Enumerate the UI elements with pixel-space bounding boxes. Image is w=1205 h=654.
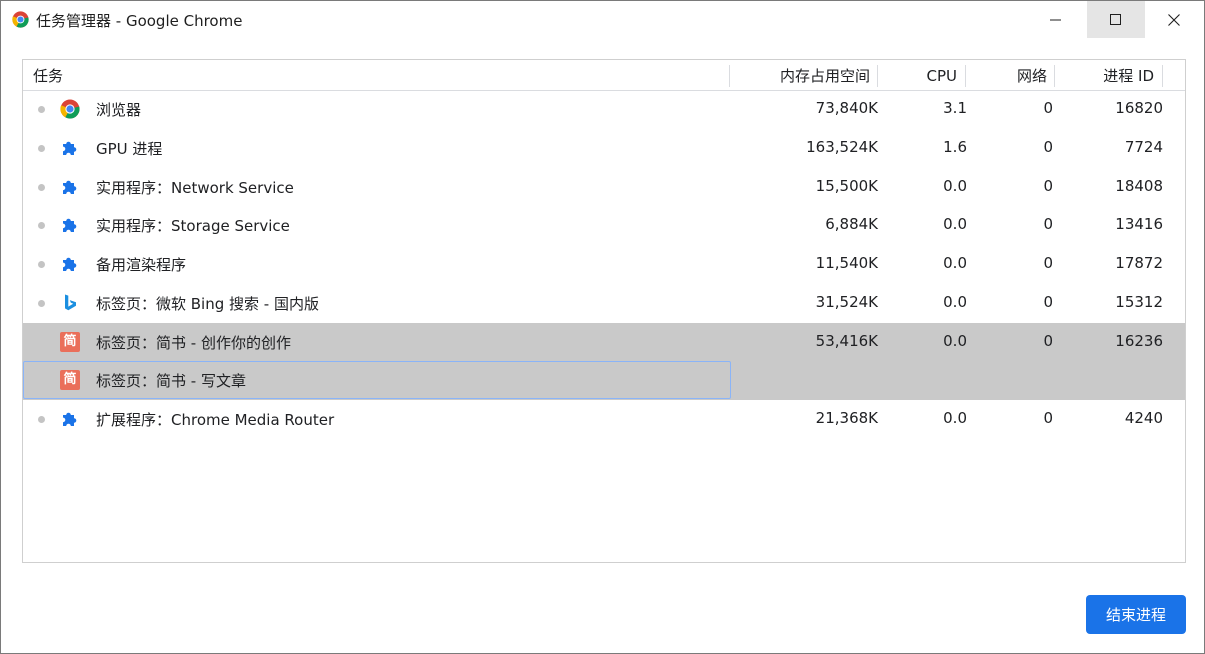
task-table: 任务 内存占用空间 CPU 网络 进程 ID 浏览器 73,840K 3.1 0… xyxy=(22,59,1186,563)
pid-value: 7724 xyxy=(1124,138,1163,156)
header-cpu[interactable]: CPU xyxy=(883,60,958,91)
table-row-focused[interactable]: 简 标签页：简书 - 写文章 xyxy=(23,361,1185,400)
status-dot xyxy=(38,261,45,268)
puzzle-icon xyxy=(63,257,77,271)
bing-icon xyxy=(65,294,76,311)
cpu-value: 0.0 xyxy=(943,177,967,195)
maximize-button[interactable] xyxy=(1087,1,1145,38)
table-row[interactable]: GPU 进程 163,524K 1.6 0 7724 xyxy=(23,129,1185,168)
network-value: 0 xyxy=(1043,215,1053,233)
network-value: 0 xyxy=(1043,254,1053,272)
pid-value: 16236 xyxy=(1115,332,1163,350)
close-icon xyxy=(1168,13,1180,26)
network-value: 0 xyxy=(1043,99,1053,117)
memory-value: 11,540K xyxy=(815,254,878,272)
jianshu-icon: 简 xyxy=(60,332,80,352)
column-divider[interactable] xyxy=(1054,65,1055,87)
jianshu-icon: 简 xyxy=(60,370,80,390)
column-divider[interactable] xyxy=(877,65,878,87)
cpu-value: 0.0 xyxy=(943,293,967,311)
table-row[interactable]: 实用程序：Storage Service 6,884K 0.0 0 13416 xyxy=(23,206,1185,245)
column-divider[interactable] xyxy=(729,65,730,87)
pid-value: 4240 xyxy=(1124,409,1163,427)
task-name: 标签页：简书 - 创作你的创作 xyxy=(96,334,291,352)
pid-value: 18408 xyxy=(1115,177,1163,195)
header-task[interactable]: 任务 xyxy=(33,60,63,91)
status-dot xyxy=(38,222,45,229)
column-divider[interactable] xyxy=(1162,65,1163,87)
network-value: 0 xyxy=(1043,409,1053,427)
pid-value: 15312 xyxy=(1115,293,1163,311)
table-row-selected[interactable]: 简 标签页：简书 - 创作你的创作 53,416K 0.0 0 16236 xyxy=(23,323,1185,362)
memory-value: 6,884K xyxy=(825,215,878,233)
table-row[interactable]: 实用程序：Network Service 15,500K 0.0 0 18408 xyxy=(23,168,1185,207)
column-divider[interactable] xyxy=(965,65,966,87)
cpu-value: 0.0 xyxy=(943,409,967,427)
network-value: 0 xyxy=(1043,177,1053,195)
puzzle-icon xyxy=(63,180,77,194)
memory-value: 31,524K xyxy=(815,293,878,311)
task-name: 实用程序：Storage Service xyxy=(96,217,290,235)
task-name: 浏览器 xyxy=(96,101,142,119)
status-dot xyxy=(38,300,45,307)
puzzle-icon xyxy=(63,412,77,426)
table-row[interactable]: 标签页：微软 Bing 搜索 - 国内版 31,524K 0.0 0 15312 xyxy=(23,284,1185,323)
network-value: 0 xyxy=(1043,293,1053,311)
cpu-value: 1.6 xyxy=(943,138,967,156)
header-memory[interactable]: 内存占用空间 xyxy=(743,60,870,91)
cpu-value: 3.1 xyxy=(943,99,967,117)
table-row[interactable]: 备用渲染程序 11,540K 0.0 0 17872 xyxy=(23,245,1185,284)
title-bar[interactable]: 任务管理器 - Google Chrome xyxy=(1,1,1204,39)
task-name: GPU 进程 xyxy=(96,140,163,158)
memory-value: 15,500K xyxy=(815,177,878,195)
cpu-value: 0.0 xyxy=(943,332,967,350)
pid-value: 17872 xyxy=(1115,254,1163,272)
task-name: 标签页：微软 Bing 搜索 - 国内版 xyxy=(96,295,319,313)
window-title: 任务管理器 - Google Chrome xyxy=(36,12,243,30)
table-header: 任务 内存占用空间 CPU 网络 进程 ID xyxy=(23,60,1185,91)
header-network[interactable]: 网络 xyxy=(973,60,1047,91)
puzzle-icon xyxy=(63,141,77,155)
chrome-icon xyxy=(12,11,29,28)
status-dot xyxy=(38,106,45,113)
network-value: 0 xyxy=(1043,138,1053,156)
memory-value: 73,840K xyxy=(815,99,878,117)
chrome-icon xyxy=(60,99,80,119)
header-pid[interactable]: 进程 ID xyxy=(1063,60,1154,91)
task-name: 标签页：简书 - 写文章 xyxy=(96,372,246,390)
status-dot xyxy=(38,184,45,191)
task-name: 备用渲染程序 xyxy=(96,256,187,274)
table-row[interactable]: 扩展程序：Chrome Media Router 21,368K 0.0 0 4… xyxy=(23,400,1185,439)
task-name: 实用程序：Network Service xyxy=(96,179,294,197)
status-dot xyxy=(38,145,45,152)
puzzle-icon xyxy=(63,218,77,232)
status-dot xyxy=(38,416,45,423)
minimize-icon xyxy=(1050,19,1061,20)
table-row[interactable]: 浏览器 73,840K 3.1 0 16820 xyxy=(23,90,1185,129)
pid-value: 13416 xyxy=(1115,215,1163,233)
task-manager-window: 任务管理器 - Google Chrome 任务 内存占用空间 CPU 网络 进… xyxy=(0,0,1205,654)
memory-value: 53,416K xyxy=(815,332,878,350)
cpu-value: 0.0 xyxy=(943,215,967,233)
end-process-button[interactable]: 结束进程 xyxy=(1086,595,1186,634)
memory-value: 163,524K xyxy=(806,138,878,156)
close-button[interactable] xyxy=(1145,1,1203,38)
cpu-value: 0.0 xyxy=(943,254,967,272)
task-name: 扩展程序：Chrome Media Router xyxy=(96,411,335,429)
network-value: 0 xyxy=(1043,332,1053,350)
maximize-icon xyxy=(1110,13,1121,25)
memory-value: 21,368K xyxy=(815,409,878,427)
pid-value: 16820 xyxy=(1115,99,1163,117)
minimize-button[interactable] xyxy=(1027,1,1085,38)
